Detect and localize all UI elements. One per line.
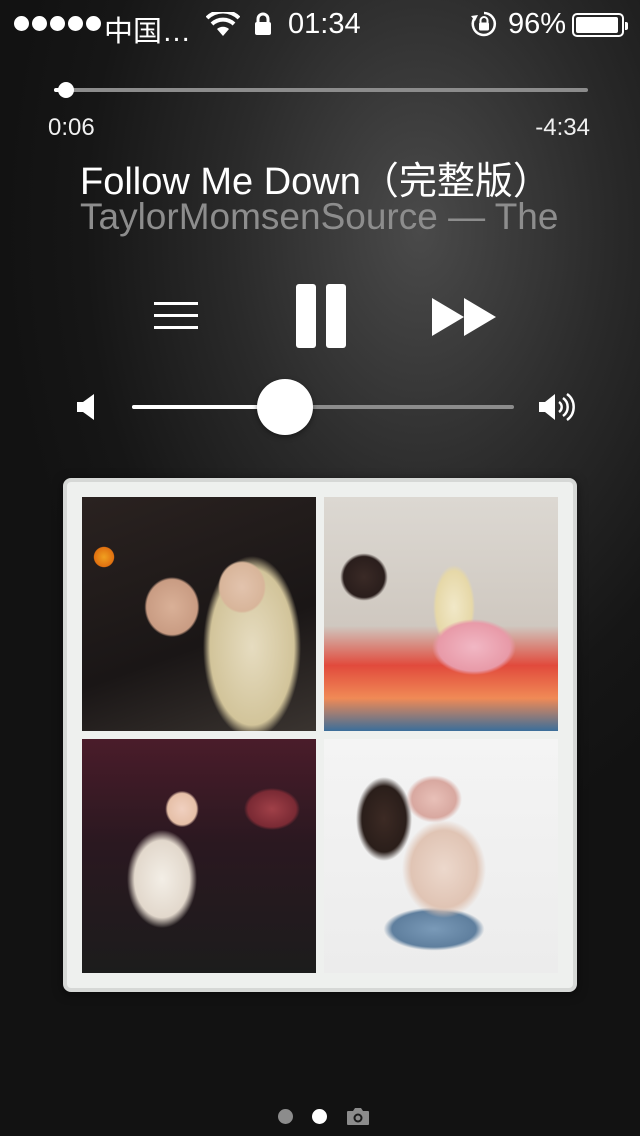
fast-forward-icon[interactable] (430, 296, 498, 338)
page-dot-current (312, 1109, 327, 1124)
playback-scrubber-knob[interactable] (57, 82, 74, 98)
page-dot[interactable] (278, 1109, 293, 1124)
wifi-icon (206, 12, 240, 36)
battery-icon (572, 13, 628, 37)
signal-strength-icon (14, 16, 101, 31)
artwork-photo (324, 739, 558, 973)
volume-high-icon (539, 392, 575, 422)
battery-percent: 96% (508, 8, 567, 40)
list-icon[interactable] (154, 300, 200, 332)
song-artist: TaylorMomsenSource — The (80, 196, 559, 237)
elapsed-time: 0:06 (48, 114, 95, 141)
rotation-lock-icon (471, 11, 497, 37)
pause-icon[interactable] (296, 284, 346, 348)
volume-low-icon (77, 394, 94, 420)
artwork-photo (324, 497, 558, 731)
status-time: 01:34 (288, 8, 361, 40)
playback-scrubber[interactable] (54, 82, 588, 98)
battery-fill (576, 17, 619, 33)
volume-slider[interactable] (132, 379, 514, 435)
lock-icon (255, 12, 271, 35)
artwork-photo (82, 739, 316, 973)
artwork-photo (82, 497, 316, 731)
carrier-name: 中国… (104, 16, 192, 48)
album-artwork (63, 478, 577, 992)
camera-icon[interactable] (346, 1106, 370, 1126)
volume-slider-knob[interactable] (256, 379, 313, 435)
remaining-time: -4:34 (535, 114, 590, 141)
page-indicator (0, 1104, 640, 1128)
status-bar: 中国… 01:34 96% (0, 0, 640, 48)
